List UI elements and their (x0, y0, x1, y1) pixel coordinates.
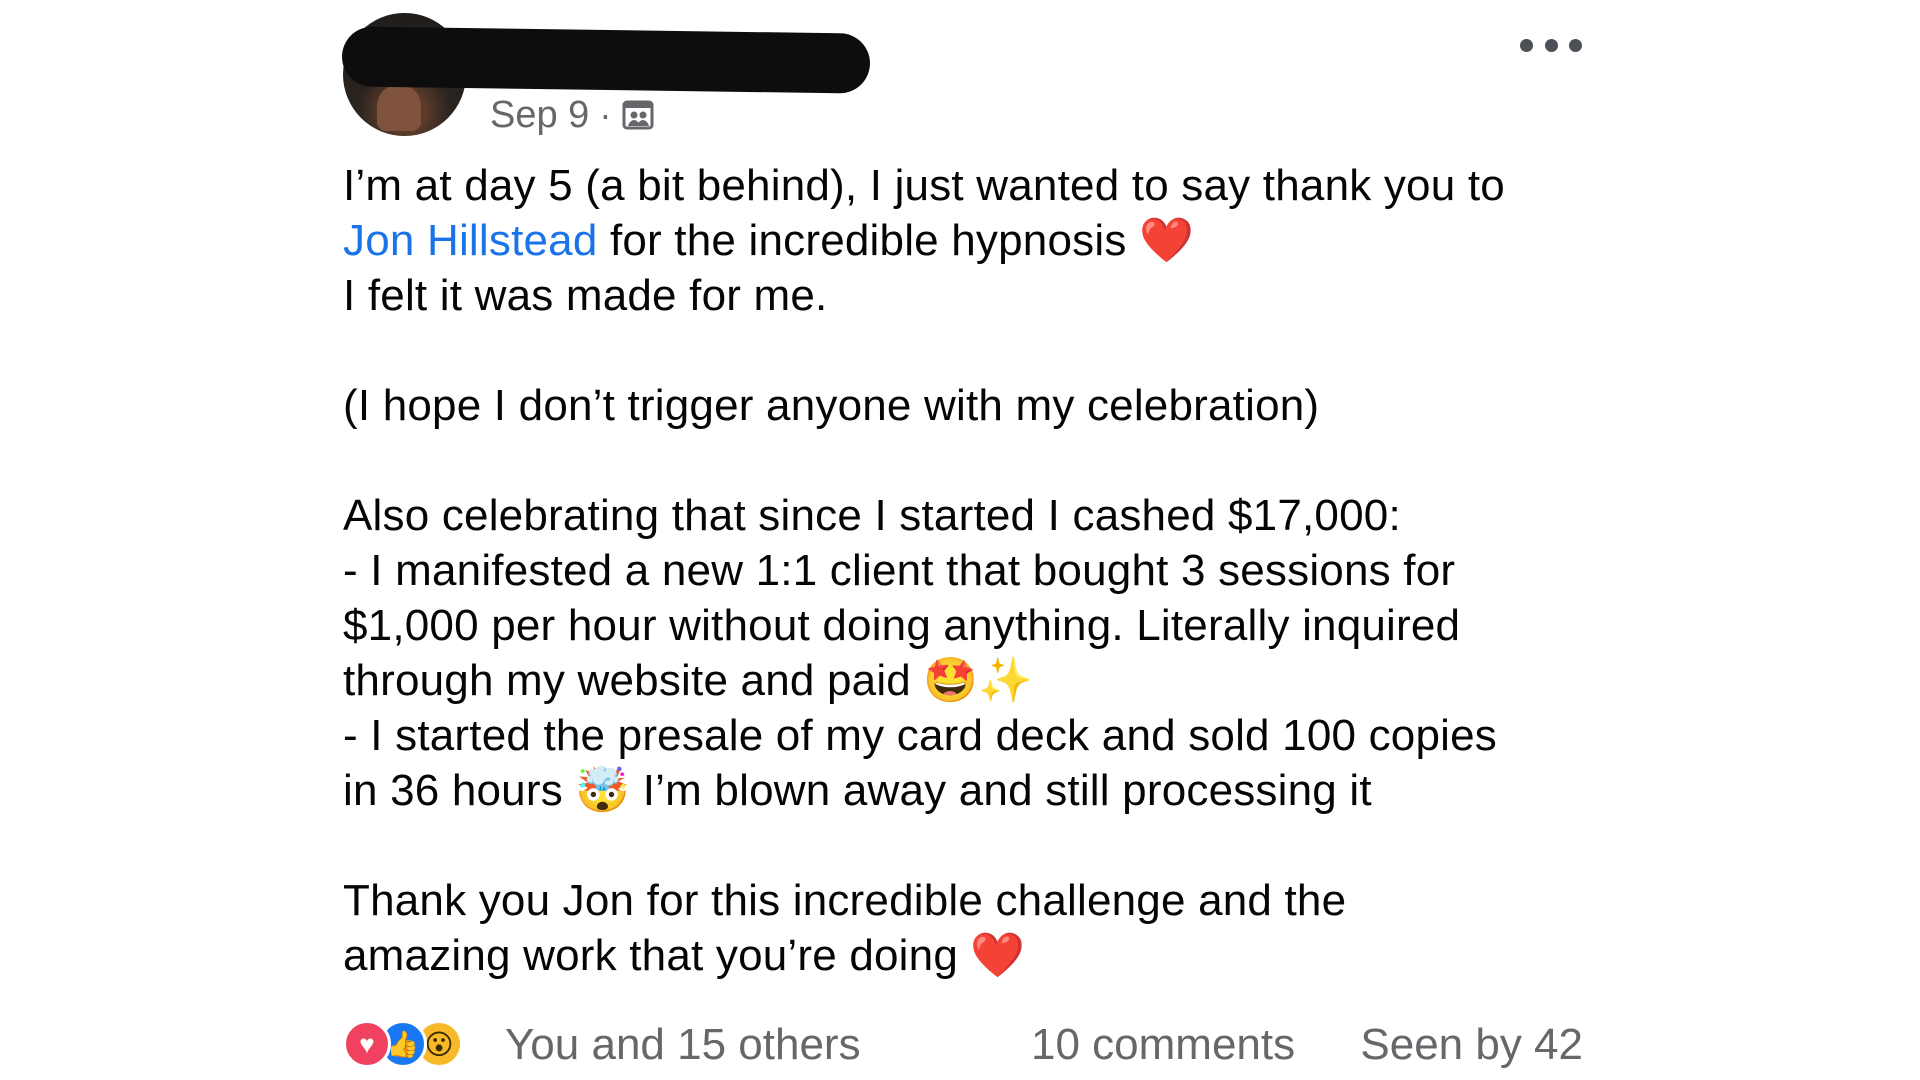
post-date[interactable]: Sep 9 (490, 94, 589, 137)
love-reaction-icon: ♥ (343, 1020, 391, 1068)
reaction-summary[interactable]: You and 15 others (505, 1020, 861, 1070)
post-line-highlighted: Also celebrating that since I started I … (343, 491, 1401, 540)
post-footer: ♥ 👍 😮 You and 15 others 10 comments Seen… (343, 1018, 1583, 1076)
post-line: Jon Hillstead for the incredible hypnosi… (343, 213, 1603, 268)
group-audience-icon[interactable] (621, 98, 655, 132)
star-struck-sparkles-emoji-icon: 🤩✨ (923, 655, 1034, 706)
post-line: I’m at day 5 (a bit behind), I just want… (343, 161, 1505, 210)
heart-emoji-icon: ❤️ (1138, 215, 1194, 266)
seen-by-count[interactable]: Seen by 42 (1360, 1020, 1583, 1070)
reaction-icons[interactable]: ♥ 👍 😮 (343, 1020, 463, 1068)
post-line: through my website and paid 🤩✨ (343, 653, 1603, 708)
post-line-highlighted: - I started the presale of my card deck … (343, 711, 1497, 760)
post-text: in 36 hours (343, 766, 576, 815)
post-line: $1,000 per hour without doing anything. … (343, 601, 1461, 650)
more-dot (1544, 38, 1558, 52)
post-line: Thank you Jon for this incredible challe… (343, 876, 1347, 925)
post-line: amazing work that you’re doing ❤️ (343, 928, 1603, 983)
post-body: I’m at day 5 (a bit behind), I just want… (343, 158, 1603, 983)
post-line: - I manifested a new 1:1 client that bou… (343, 546, 1456, 595)
post-line: (I hope I don’t trigger anyone with my c… (343, 381, 1320, 430)
comments-count[interactable]: 10 comments (1031, 1020, 1295, 1070)
post-line: I felt it was made for me. (343, 271, 828, 320)
mention-link[interactable]: Jon Hillstead (343, 216, 598, 265)
post-line: in 36 hours 🤯 I’m blown away and still p… (343, 763, 1603, 818)
post-text: through my website and paid (343, 656, 924, 705)
redacted-author-name (341, 26, 871, 94)
post-text: I’m blown away and still processing it (630, 766, 1372, 815)
more-dot (1569, 38, 1582, 52)
post-text: for the incredible hypnosis (597, 216, 1139, 265)
more-options-button[interactable] (1520, 28, 1582, 62)
post-meta: Sep 9 · (490, 92, 655, 138)
meta-separator: · (599, 94, 612, 135)
more-dot (1520, 38, 1533, 52)
exploding-head-emoji-icon: 🤯 (575, 765, 631, 816)
heart-emoji-icon: ❤️ (970, 930, 1026, 981)
post-text: amazing work that you’re doing (343, 931, 971, 980)
